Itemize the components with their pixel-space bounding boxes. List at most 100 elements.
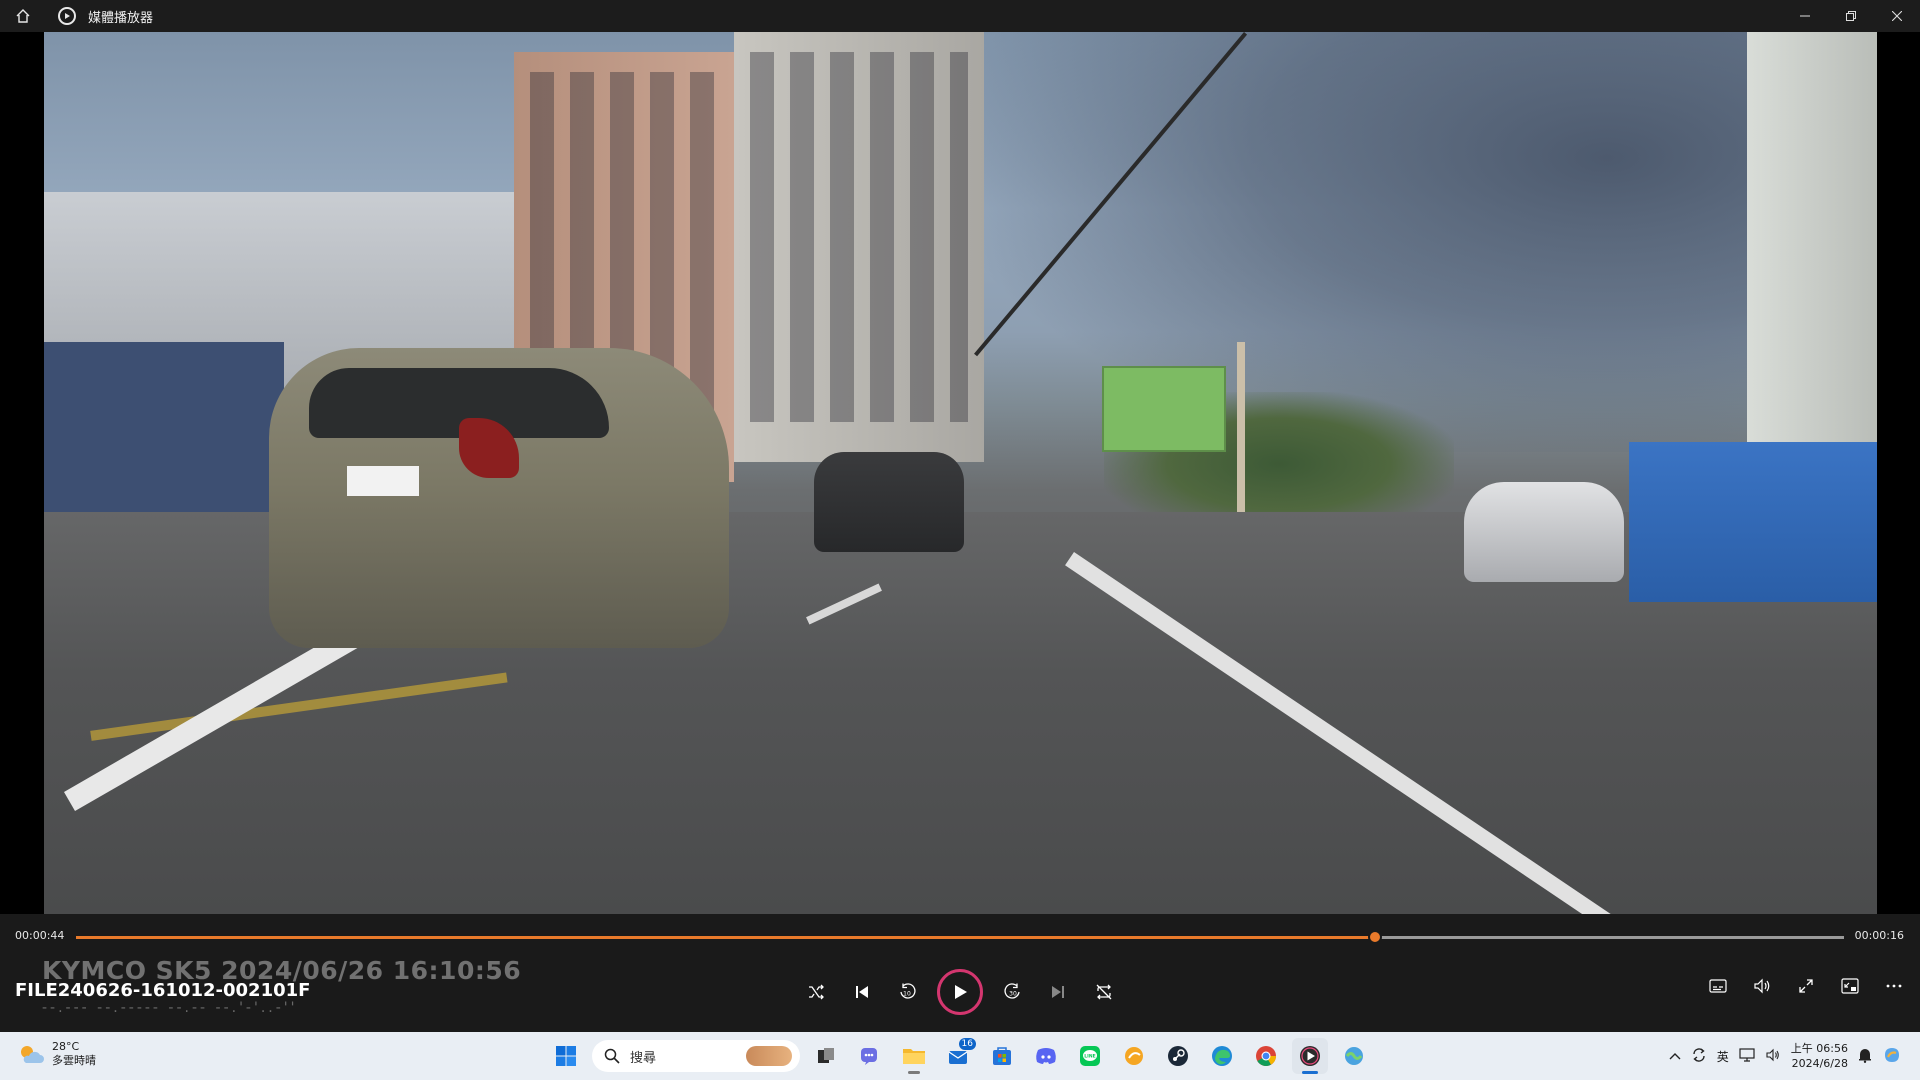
blue-truck — [1629, 442, 1877, 602]
edge-app[interactable] — [1204, 1038, 1240, 1074]
seek-thumb[interactable] — [1368, 930, 1383, 944]
svg-text:10: 10 — [903, 991, 911, 998]
play-button[interactable] — [936, 969, 983, 1015]
dark-sedan — [814, 452, 964, 552]
repeat-button[interactable] — [1088, 976, 1120, 1008]
minimize-icon — [1800, 15, 1810, 17]
hatchback-car — [269, 348, 729, 648]
chrome-icon — [1256, 1046, 1276, 1066]
next-icon — [1052, 986, 1065, 998]
file-explorer-app[interactable] — [896, 1038, 932, 1074]
restore-button[interactable] — [1828, 0, 1874, 32]
volume-button[interactable] — [1746, 970, 1778, 1002]
copilot-icon — [1345, 1047, 1363, 1065]
office-tower — [734, 32, 984, 462]
clock-time: 上午 06:56 — [1790, 1042, 1848, 1055]
speaker-icon — [1766, 1048, 1779, 1061]
browser-icon — [1125, 1047, 1143, 1065]
copilot-tray-button[interactable] — [1882, 1045, 1902, 1068]
start-button[interactable] — [548, 1038, 584, 1074]
volume-icon — [1754, 978, 1770, 994]
file-name: FILE240626-161012-002101F — [15, 980, 311, 1001]
next-button[interactable] — [1042, 976, 1074, 1008]
secondary-controls — [1702, 970, 1910, 1002]
discord-icon — [1036, 1048, 1056, 1064]
notifications-button[interactable] — [1858, 1047, 1872, 1066]
previous-button[interactable] — [846, 976, 878, 1008]
home-icon — [16, 9, 30, 23]
taskbar-apps: 搜尋 16 LINE — [548, 1038, 1372, 1074]
more-button[interactable] — [1878, 970, 1910, 1002]
restore-icon — [1846, 11, 1856, 21]
remaining-time: 00:00:16 — [1854, 929, 1904, 942]
mail-badge: 16 — [958, 1038, 976, 1050]
forward-30-button[interactable]: 30 — [997, 976, 1029, 1008]
file-explorer-icon — [903, 1049, 925, 1064]
close-icon — [1892, 11, 1902, 21]
steam-app[interactable] — [1160, 1038, 1196, 1074]
search-icon — [604, 1048, 620, 1064]
chrome-app[interactable] — [1248, 1038, 1284, 1074]
copilot-app[interactable] — [1336, 1038, 1372, 1074]
chevron-up-icon — [1669, 1053, 1681, 1060]
search-highlight-image — [746, 1046, 792, 1066]
teams-icon — [861, 1048, 877, 1065]
media-player-app[interactable] — [1292, 1038, 1328, 1074]
more-icon — [1886, 984, 1902, 988]
play-icon — [954, 985, 967, 999]
taskbar: 28°C 多雲時晴 搜尋 16 LINE 英 上午 06:56 2024/6/2… — [0, 1032, 1920, 1080]
minimize-button[interactable] — [1782, 0, 1828, 32]
active-indicator — [1302, 1071, 1318, 1074]
clock[interactable]: 上午 06:56 2024/6/28 — [1791, 1041, 1848, 1071]
license-plate — [347, 466, 419, 496]
mini-player-icon — [1841, 978, 1859, 994]
svg-text:LINE: LINE — [1084, 1054, 1095, 1060]
seek-bar[interactable] — [76, 930, 1844, 944]
running-indicator — [908, 1071, 920, 1074]
steam-icon — [1168, 1046, 1188, 1066]
media-player-icon — [1300, 1046, 1320, 1066]
input-language[interactable]: 英 — [1717, 1048, 1729, 1065]
store-icon — [993, 1047, 1011, 1065]
building-right — [1747, 32, 1877, 452]
home-button[interactable] — [0, 0, 46, 32]
browser-app[interactable] — [1116, 1038, 1152, 1074]
task-view-button[interactable] — [808, 1038, 844, 1074]
weather-temperature: 28°C — [52, 1040, 80, 1053]
road-sign — [1102, 366, 1226, 452]
weather-description: 多雲時晴 — [52, 1054, 96, 1067]
subtitles-icon — [1709, 979, 1727, 993]
taskbar-search[interactable]: 搜尋 — [592, 1040, 800, 1072]
shuffle-icon — [809, 984, 824, 1000]
line-icon: LINE — [1080, 1046, 1100, 1066]
transport-controls: 10 30 — [800, 964, 1120, 1020]
weather-widget[interactable]: 28°C 多雲時晴 — [18, 1040, 96, 1068]
media-player-icon — [58, 7, 76, 25]
sync-icon — [1693, 1047, 1705, 1062]
network-button[interactable] — [1739, 1047, 1755, 1066]
sync-tray-button[interactable] — [1691, 1047, 1707, 1066]
close-button[interactable] — [1874, 0, 1920, 32]
teams-app[interactable] — [852, 1038, 888, 1074]
volume-tray-button[interactable] — [1765, 1047, 1781, 1066]
white-sedan — [1464, 482, 1624, 582]
svg-text:30: 30 — [1009, 991, 1017, 998]
fullscreen-button[interactable] — [1790, 970, 1822, 1002]
video-frame[interactable] — [44, 32, 1877, 914]
system-tray: 英 上午 06:56 2024/6/28 — [1669, 1038, 1902, 1074]
subtitles-button[interactable] — [1702, 970, 1734, 1002]
shuffle-button[interactable] — [800, 976, 832, 1008]
seek-progress — [76, 936, 1376, 939]
task-view-icon — [818, 1048, 834, 1063]
mail-app[interactable]: 16 — [940, 1038, 976, 1074]
tray-overflow-button[interactable] — [1669, 1049, 1681, 1063]
edge-icon — [1212, 1046, 1232, 1066]
line-app[interactable]: LINE — [1072, 1038, 1108, 1074]
rewind-10-button[interactable]: 10 — [891, 976, 923, 1008]
store-app[interactable] — [984, 1038, 1020, 1074]
mini-player-button[interactable] — [1834, 970, 1866, 1002]
copilot-tray-icon — [1885, 1047, 1899, 1062]
forward-30-icon: 30 — [1004, 983, 1020, 999]
discord-app[interactable] — [1028, 1038, 1064, 1074]
window-title: 媒體播放器 — [88, 10, 154, 26]
